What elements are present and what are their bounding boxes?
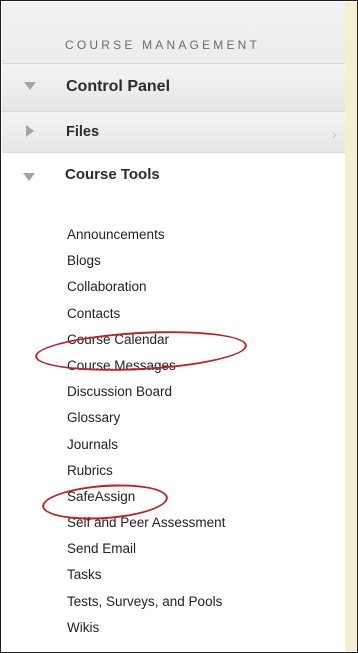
course-tool-link-blogs[interactable]: Blogs (67, 248, 225, 274)
course-tools-label[interactable]: Course Tools (65, 166, 160, 183)
control-panel-row[interactable]: Control Panel (2, 63, 345, 111)
course-tool-link-rubrics[interactable]: Rubrics (67, 458, 225, 484)
course-tool-link-contacts[interactable]: Contacts (67, 301, 225, 327)
course-management-header: COURSE MANAGEMENT (2, 2, 345, 63)
files-row[interactable]: Files › (2, 111, 345, 153)
course-tool-link-tests-surveys-and-pools[interactable]: Tests, Surveys, and Pools (67, 589, 225, 615)
files-label[interactable]: Files (66, 124, 99, 140)
course-tool-link-glossary[interactable]: Glossary (67, 405, 225, 431)
course-tool-link-journals[interactable]: Journals (67, 432, 225, 458)
triangle-down-icon[interactable] (23, 173, 35, 181)
course-tool-link-announcements[interactable]: Announcements (67, 222, 225, 248)
course-tool-link-wikis[interactable]: Wikis (67, 615, 225, 641)
triangle-right-icon[interactable] (26, 125, 34, 137)
course-tool-link-discussion-board[interactable]: Discussion Board (67, 379, 225, 405)
course-menu-frame: COURSE MANAGEMENT Control Panel Files › … (0, 0, 358, 653)
section-title: COURSE MANAGEMENT (65, 38, 261, 52)
content-edge-strip (343, 2, 357, 651)
course-tools-list: Announcements Blogs Collaboration Contacts C… (67, 222, 225, 641)
chevron-right-icon[interactable]: › (332, 126, 337, 142)
course-tool-link-collaboration[interactable]: Collaboration (67, 274, 225, 300)
triangle-down-icon[interactable] (24, 82, 36, 90)
control-panel-label[interactable]: Control Panel (66, 78, 170, 96)
course-tool-link-send-email[interactable]: Send Email (67, 536, 225, 562)
course-tool-link-tasks[interactable]: Tasks (67, 562, 225, 588)
